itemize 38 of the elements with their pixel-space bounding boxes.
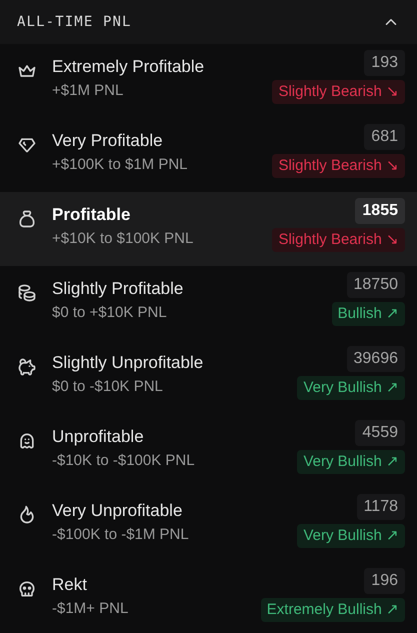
tier-range: -$100K to -$1M PNL: [52, 525, 190, 545]
tier-range: $0 to -$10K PNL: [52, 377, 164, 397]
sentiment-badge: Very Bullish ↗: [297, 524, 405, 548]
skull-icon: [17, 579, 37, 599]
sentiment-badge: Very Bullish ↗: [297, 376, 405, 400]
sentiment-badge: Bullish ↗: [332, 302, 405, 326]
panel-title: ALL-TIME PNL: [17, 12, 132, 32]
tier-name: Slightly Unprofitable: [52, 352, 204, 374]
tier-name: Very Profitable: [52, 130, 164, 152]
tier-name: Rekt: [52, 574, 88, 596]
count-badge: 193: [364, 50, 405, 76]
money-bag-icon: [17, 209, 37, 229]
tier-range: +$10K to $100K PNL: [52, 229, 194, 249]
tier-name: Very Unprofitable: [52, 500, 184, 522]
count-badge: 681: [364, 124, 405, 150]
sentiment-badge: Very Bullish ↗: [297, 450, 405, 474]
count-badge: 39696: [346, 346, 405, 372]
count-badge: 1855: [355, 198, 405, 224]
count-badge: 18750: [346, 272, 405, 298]
tier-name: Profitable: [52, 204, 132, 226]
tier-name: Extremely Profitable: [52, 56, 206, 78]
tier-range: -$1M+ PNL: [52, 599, 130, 619]
count-badge: 196: [364, 568, 405, 594]
count-badge: 1178: [356, 494, 405, 520]
count-badge: 4559: [355, 420, 405, 446]
sentiment-badge: Extremely Bullish ↗: [260, 598, 405, 622]
tier-range: +$100K to $1M PNL: [52, 155, 189, 175]
tier-range: -$10K to -$100K PNL: [52, 451, 196, 471]
tier-row[interactable]: Profitable +$10K to $100K PNL 1855 Slightly Bearish ↘: [0, 192, 417, 266]
tier-range: +$1M PNL: [52, 81, 124, 101]
tier-name: Slightly Profitable: [52, 278, 184, 300]
piggy-bank-icon: [17, 357, 37, 377]
sentiment-badge: Slightly Bearish ↘: [272, 154, 405, 178]
sentiment-badge: Slightly Bearish ↘: [272, 228, 405, 252]
sentiment-badge: Slightly Bearish ↘: [272, 80, 405, 104]
coins-icon: [17, 283, 37, 303]
tier-range: $0 to +$10K PNL: [52, 303, 168, 323]
tier-name: Unprofitable: [52, 426, 145, 448]
